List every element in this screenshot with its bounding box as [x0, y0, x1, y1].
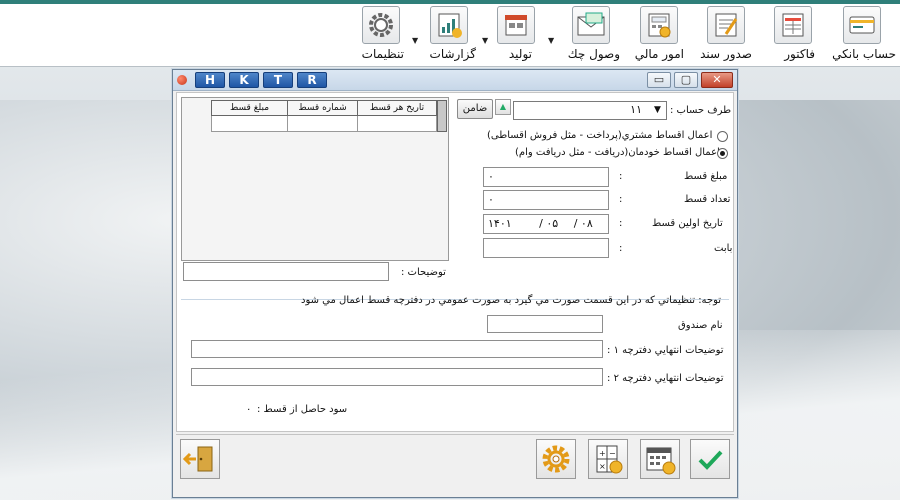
minimize-button[interactable]: ▭ [647, 72, 671, 88]
confirm-button[interactable] [690, 439, 730, 479]
count-field[interactable]: ٠ [483, 190, 609, 210]
confirm-icon [698, 450, 723, 470]
table-header: مبلغ قسط شماره قسط تاريخ هر قسط [211, 100, 447, 116]
voucher-icon [707, 6, 745, 44]
first-date-label: تاريخ اولين قسط [652, 218, 723, 229]
exit-button[interactable] [180, 439, 220, 479]
table-cell[interactable] [287, 116, 357, 132]
svg-text:+: + [599, 449, 606, 458]
table-cell[interactable] [357, 116, 437, 132]
finance-icon [640, 6, 678, 44]
radio-own-label: اعمال اقساط خودمان(دريافت - مثل دريافت و… [515, 147, 720, 158]
book2-field[interactable] [191, 368, 603, 386]
book2-label: توضيحات انتهايي دفترچه ٢ : [607, 373, 724, 384]
calculator-icon: + −× [596, 445, 623, 474]
radio-own-installments[interactable] [717, 148, 728, 159]
colon: : [619, 194, 623, 205]
column-header[interactable]: شماره قسط [287, 100, 357, 116]
form-panel: مبلغ قسط شماره قسط تاريخ هر قسط طرف حساب… [176, 92, 734, 432]
colon: : [619, 218, 623, 229]
toolbar-label: تنظيمات [361, 47, 404, 61]
fund-field[interactable] [487, 315, 603, 333]
title-bar[interactable]: H K T R ▭ ▢ ✕ [173, 70, 737, 91]
exit-icon [182, 446, 213, 472]
first-date-field[interactable]: ١۴٠١ / ٠۵ / ٠٨ [483, 214, 609, 234]
toolbar-settings[interactable]: تنظيمات [360, 6, 404, 66]
chevron-down-icon[interactable]: ▼ [412, 36, 418, 45]
radio-customer-label: اعمال اقساط مشتري(پرداخت - مثل فروش اقسا… [487, 130, 713, 141]
settings-icon [542, 445, 570, 473]
description-label: توضيحات : [401, 267, 446, 278]
toolbar-label: حساب بانكي [832, 47, 896, 61]
account-lookup-button[interactable]: ▲ [495, 99, 511, 115]
svg-text:−: − [609, 449, 616, 458]
profit-value: ٠ [246, 404, 252, 415]
account-label: طرف حساب : [670, 105, 732, 116]
bank-account-icon [843, 6, 881, 44]
toolbar-reports[interactable]: گزارشات ▼ [412, 6, 476, 66]
settings-icon [362, 6, 400, 44]
amount-label: مبلغ قسط [684, 171, 728, 182]
account-value: ١١ [630, 103, 642, 116]
regarding-label: بابت [714, 243, 733, 254]
shortcut-k-button[interactable]: K [229, 72, 259, 88]
toolbar-label: صدور سند [700, 47, 752, 61]
calendar-button[interactable] [640, 439, 680, 479]
table-scroll-area[interactable] [437, 100, 447, 132]
radio-customer-installments[interactable] [717, 131, 728, 142]
toolbar-invoice[interactable]: فاكتور [770, 6, 820, 66]
svg-text:×: × [599, 462, 606, 471]
toolbar-production[interactable]: توليد ▼ [482, 6, 540, 66]
shortcut-r-button[interactable]: R [297, 72, 327, 88]
toolbar-label: توليد [508, 47, 532, 61]
chevron-down-icon[interactable]: ▼ [651, 104, 664, 117]
calendar-icon [646, 447, 676, 475]
colon: : [619, 171, 623, 182]
fund-label: نام صندوق [678, 320, 723, 331]
account-select[interactable]: ١١ ▼ [513, 101, 667, 120]
table-cell[interactable] [211, 116, 287, 132]
toolbar-label: گزارشات [429, 47, 476, 61]
column-header[interactable]: مبلغ قسط [211, 100, 287, 116]
check-receive-icon [572, 6, 610, 44]
reports-icon [430, 6, 468, 44]
toolbar-voucher[interactable]: صدور سند [700, 6, 756, 66]
footer-toolbar: + − × [176, 434, 734, 496]
book1-label: توضيحات انتهايي دفترچه ١ : [607, 345, 724, 356]
chevron-down-icon[interactable]: ▼ [548, 36, 554, 45]
description-field[interactable] [183, 262, 389, 281]
toolbar-label: فاكتور [784, 47, 815, 61]
book1-field[interactable] [191, 340, 603, 358]
app-icon [177, 75, 187, 85]
count-label: تعداد قسط [684, 194, 731, 205]
table-row[interactable] [211, 116, 447, 132]
main-toolbar: حساب بانكي فاكتور صدور سند امور مالي وصو… [0, 4, 900, 67]
close-button[interactable]: ✕ [701, 72, 733, 88]
date-month: ٠۵ [546, 217, 559, 230]
colon: : [619, 243, 623, 254]
profit-label: سود حاصل از قسط : [257, 404, 348, 415]
toolbar-label: وصول چك [567, 47, 620, 61]
date-day: ٠٨ [580, 217, 593, 230]
shortcut-h-button[interactable]: H [195, 72, 225, 88]
chevron-down-icon[interactable]: ▼ [482, 36, 488, 45]
toolbar-bank-account[interactable]: حساب بانكي [832, 6, 900, 66]
settings-note: توجه: تنظيماتي كه در اين قسمت صورت مي گي… [301, 295, 722, 306]
production-icon [497, 6, 535, 44]
shortcut-t-button[interactable]: T [263, 72, 293, 88]
amount-field[interactable]: ٠ [483, 167, 609, 187]
settings-button[interactable] [536, 439, 576, 479]
regarding-field[interactable] [483, 238, 609, 258]
installments-table[interactable]: مبلغ قسط شماره قسط تاريخ هر قسط [181, 97, 449, 261]
date-year: ١۴٠١ [488, 217, 512, 230]
maximize-button[interactable]: ▢ [674, 72, 698, 88]
toolbar-label: امور مالي [634, 47, 684, 61]
column-header[interactable]: تاريخ هر قسط [357, 100, 437, 116]
guarantor-button[interactable]: ضامن [457, 99, 493, 119]
toolbar-finance[interactable]: امور مالي [634, 6, 690, 66]
installment-dialog: H K T R ▭ ▢ ✕ مبلغ قسط شماره قسط تاريخ ه… [172, 69, 738, 498]
invoice-icon [774, 6, 812, 44]
calculator-button[interactable]: + − × [588, 439, 628, 479]
toolbar-check-receive[interactable]: وصول چك ▼ [548, 6, 622, 66]
